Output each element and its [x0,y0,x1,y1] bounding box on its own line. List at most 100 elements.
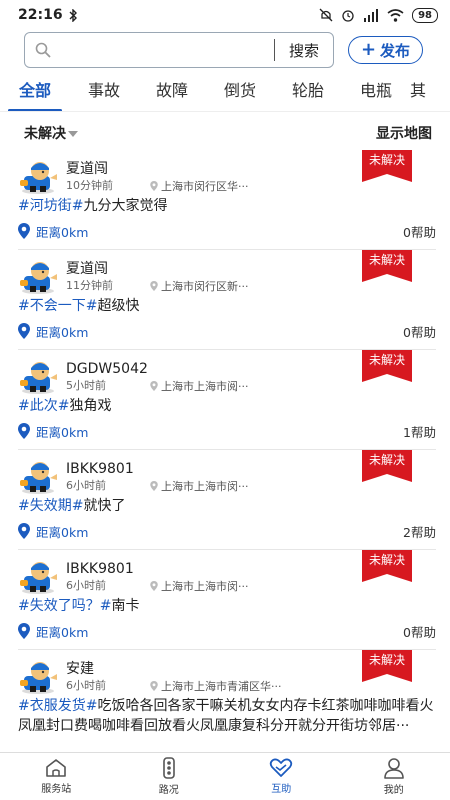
signal-icon [364,8,379,22]
post-username: IBKK9801 [66,561,134,577]
post-distance: 距离0km [18,222,88,241]
post-text: 超级快 [97,298,140,314]
tab-breakdown[interactable]: 故障 [138,72,206,111]
post-tag[interactable]: #失效期# [18,498,83,514]
location-pin-icon [18,623,30,639]
search-button[interactable]: 搜索 [275,40,333,61]
post-item[interactable]: 夏道闯 11分钟前 上海市闵行区新··· 未解决 #不会一下#超级快 距离0km… [0,250,450,350]
avatar [18,360,58,394]
status-badge-label: 未解决 [368,453,405,467]
tab-battery[interactable]: 电瓶 [342,72,410,111]
post-time: 6小时前 [66,479,106,492]
help-count: 0帮助 [403,324,436,340]
status-badge-label: 未解决 [368,353,405,367]
post-time: 5小时前 [66,379,106,392]
post-location-text: 上海市闵行区新··· [161,280,249,293]
tab-cargo-transfer[interactable]: 倒货 [206,72,274,111]
post-item[interactable]: IBKK9801 6小时前 上海市上海市闵··· 未解决 #失效了吗？#南卡 距… [0,550,450,650]
location-pin-icon [18,423,30,439]
post-tag[interactable]: #衣服发货# [18,698,97,714]
nav-road-conditions[interactable]: 路况 [113,753,226,800]
nav-label: 互助 [271,784,292,795]
post-list: 夏道闯 10分钟前 上海市闵行区华··· 未解决 #河坊街#九分大家觉得 距离0… [0,150,450,750]
status-badge-label: 未解决 [368,653,405,667]
search-icon [35,42,51,58]
nav-mutual-help[interactable]: 互助 [225,753,338,800]
post-item[interactable]: 夏道闯 10分钟前 上海市闵行区华··· 未解决 #河坊街#九分大家觉得 距离0… [0,150,450,250]
avatar [18,260,58,294]
post-location: 上海市闵行区新··· [150,278,249,294]
bottom-nav: 服务站 路况 互助 我的 [0,752,450,800]
post-tag[interactable]: #失效了吗？# [18,598,111,614]
tab-other[interactable]: 其 [410,72,440,111]
publish-label: 发布 [380,41,411,60]
post-tag[interactable]: #此次# [18,398,69,414]
post-content: #河坊街#九分大家觉得 [18,196,436,216]
search-input[interactable] [57,35,274,65]
help-count: 1帮助 [403,424,436,440]
post-location: 上海市上海市闵··· [150,478,249,494]
post-item[interactable]: DGDW5042 5小时前 上海市上海市阅··· 未解决 #此次#独角戏 距离0… [0,350,450,450]
filter-row: 未解决 显示地图 [0,118,450,148]
post-time: 10分钟前 [66,179,113,192]
avatar [18,160,58,194]
nav-label: 路况 [158,785,179,796]
post-distance-text: 距离0km [36,324,89,340]
post-time: 11分钟前 [66,279,113,292]
show-map-button[interactable]: 显示地图 [376,123,432,143]
caret-down-icon [68,131,78,137]
post-location-text: 上海市上海市青浦区华··· [161,680,282,693]
post-tag[interactable]: #不会一下# [18,298,97,314]
bluetooth-icon [69,8,77,22]
post-distance: 距离0km [18,522,88,541]
post-distance-text: 距离0km [36,424,89,440]
category-tabs: 全部 事故 故障 倒货 轮胎 电瓶 其 [0,72,450,112]
status-badge-label: 未解决 [368,153,405,167]
status-filter-dropdown[interactable]: 未解决 [24,123,78,143]
status-badge-label: 未解决 [368,253,405,267]
publish-button[interactable]: + 发布 [348,36,423,64]
post-text: 独角戏 [69,398,112,414]
location-pin-icon [150,181,158,191]
post-tag[interactable]: #河坊街# [18,198,83,214]
post-content: #衣服发货#吃饭哈各回各家干嘛关机女女内存卡红茶咖啡咖啡看火凤凰封口费喝咖啡看回… [18,696,436,736]
avatar [18,660,58,694]
post-text: 九分大家觉得 [83,198,168,214]
post-location: 上海市上海市青浦区华··· [150,678,282,694]
location-pin-icon [18,523,30,539]
post-text: 就快了 [83,498,126,514]
location-pin-icon [150,381,158,391]
location-pin-icon [18,323,30,339]
status-badge-label: 未解决 [368,553,405,567]
status-bar: 22:16 98 [0,0,450,30]
post-location-text: 上海市闵行区华··· [161,180,249,193]
user-icon [383,758,404,779]
post-distance-text: 距离0km [36,224,89,240]
location-pin-icon [18,223,30,239]
location-pin-icon [150,681,158,691]
post-content: #失效了吗？#南卡 [18,596,436,616]
tab-tire[interactable]: 轮胎 [274,72,342,111]
post-location: 上海市上海市闵··· [150,578,249,594]
mute-icon [319,8,333,22]
nav-service-station[interactable]: 服务站 [0,753,113,800]
post-item[interactable]: IBKK9801 6小时前 上海市上海市闵··· 未解决 #失效期#就快了 距离… [0,450,450,550]
nav-mine[interactable]: 我的 [338,753,450,800]
post-time: 6小时前 [66,579,106,592]
tab-all[interactable]: 全部 [0,72,70,111]
post-location-text: 上海市上海市闵··· [161,480,249,493]
post-content: #失效期#就快了 [18,496,436,516]
battery-indicator: 98 [412,7,438,23]
post-distance: 距离0km [18,422,88,441]
help-count: 0帮助 [403,224,436,240]
tab-accident[interactable]: 事故 [70,72,138,111]
post-item[interactable]: 安建 6小时前 上海市上海市青浦区华··· 未解决 #衣服发货#吃饭哈各回各家干… [0,650,450,736]
location-pin-icon [150,581,158,591]
post-content: #此次#独角戏 [18,396,436,416]
post-location: 上海市上海市阅··· [150,378,249,394]
search-box: 搜索 [24,32,334,68]
post-distance: 距离0km [18,322,88,341]
nav-label: 服务站 [41,784,72,795]
alarm-icon [342,10,354,22]
search-row: 搜索 + 发布 [0,30,450,70]
